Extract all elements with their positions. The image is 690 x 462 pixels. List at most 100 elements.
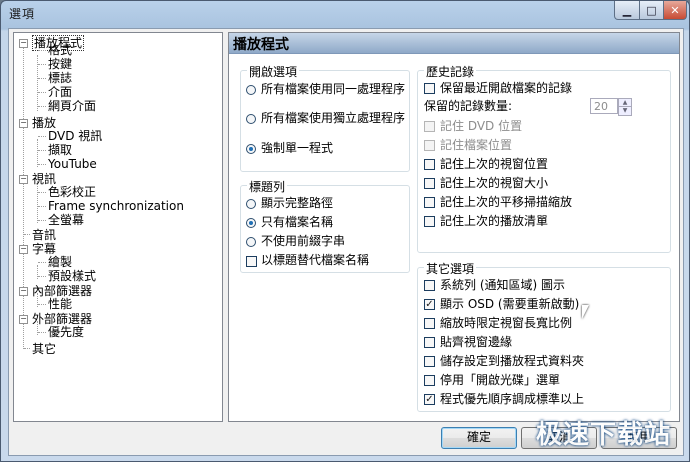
title-bar[interactable]: 選項 ▁ □ ✕ — [1, 1, 689, 27]
checkbox-limit-aspect[interactable] — [424, 318, 435, 329]
option-label: 記住上次的視窗大小 — [440, 176, 549, 190]
radio-single-instance[interactable] — [246, 144, 256, 154]
options-tree[interactable]: − 播放程式 格式 按鍵 標誌 介面 網頁介面 − 播放 DVD 視訊 擷取 Y… — [13, 32, 223, 422]
close-button[interactable]: ✕ — [663, 1, 687, 20]
other-options-group: 其它選項 系統列 (通知區域) 圖示 ✓ 顯示 OSD (需要重新啟動) 縮放時… — [417, 260, 671, 412]
tree-line — [38, 106, 46, 107]
collapse-icon[interactable]: − — [19, 119, 28, 128]
checkbox-tray-icon[interactable] — [424, 280, 435, 291]
tree-item-fullscreen[interactable]: 全螢幕 — [48, 213, 84, 227]
maximize-button[interactable]: □ — [639, 1, 664, 20]
group-label: 歷史記錄 — [424, 63, 477, 80]
radio-same-process[interactable] — [246, 85, 256, 95]
recent-count-spinner[interactable]: 20 ▲ ▼ — [590, 98, 634, 116]
window-title: 選項 — [9, 7, 36, 21]
checkbox-high-priority[interactable]: ✓ — [424, 394, 435, 405]
tree-line — [38, 206, 46, 207]
option-label: 保留最近開啟檔案的記錄 — [440, 81, 573, 95]
checkbox-pan-scan[interactable] — [424, 197, 435, 208]
tree-item-subtitles[interactable]: 字幕 — [32, 242, 56, 256]
maximize-icon: □ — [646, 3, 657, 17]
checkbox-show-osd[interactable]: ✓ — [424, 299, 435, 310]
minimize-button[interactable]: ▁ — [614, 1, 640, 20]
tree-item-misc[interactable]: 其它 — [32, 342, 56, 356]
collapse-icon[interactable]: − — [19, 245, 28, 254]
tree-item-audio[interactable]: 音訊 — [32, 228, 56, 242]
tree-line — [38, 332, 46, 333]
checkbox-remember-dvd[interactable] — [424, 121, 435, 132]
dialog-body: − 播放程式 格式 按鍵 標誌 介面 網頁介面 − 播放 DVD 視訊 擷取 Y… — [8, 28, 684, 456]
checkbox-playlist[interactable] — [424, 216, 435, 227]
recent-count-input[interactable]: 20 — [590, 98, 618, 114]
tree-item-dvd-video[interactable]: DVD 視訊 — [48, 129, 102, 143]
mouse-cursor-icon — [582, 305, 589, 319]
checkbox-window-position[interactable] — [424, 159, 435, 170]
tree-line — [38, 304, 46, 305]
tree-item-color-correction[interactable]: 色彩校正 — [48, 185, 96, 199]
option-label: 停用「開啟光碟」選單 — [440, 373, 561, 387]
tree-item-logo[interactable]: 標誌 — [48, 71, 72, 85]
option-label: 系統列 (通知區域) 圖示 — [440, 278, 565, 292]
checkbox-remember-file[interactable] — [424, 140, 435, 151]
option-label: 顯示 OSD (需要重新啟動) — [440, 297, 580, 311]
tree-item-youtube[interactable]: YouTube — [48, 157, 97, 171]
tree-item-formats[interactable]: 格式 — [48, 43, 72, 57]
tree-line — [37, 181, 38, 223]
radio-file-name-only[interactable] — [246, 218, 256, 228]
tree-item-interface[interactable]: 介面 — [48, 85, 72, 99]
option-label: 強制單一程式 — [261, 141, 334, 155]
watermark-logo: 极速下载站 — [535, 420, 671, 450]
option-label: 程式優先順序調成標準以上 — [440, 392, 585, 406]
tree-line — [38, 220, 46, 221]
tree-line — [24, 234, 30, 235]
checkbox-keep-recent[interactable] — [424, 83, 435, 94]
minimize-icon: ▁ — [622, 3, 632, 17]
checkbox-replace-filename[interactable] — [246, 256, 257, 267]
option-label: 記住上次的平移掃描縮放 — [440, 195, 573, 209]
tree-line — [23, 43, 24, 349]
spin-down-icon[interactable]: ▼ — [618, 106, 632, 116]
tree-item-internal-filters[interactable]: 內部篩選器 — [32, 284, 92, 298]
tree-item-rendering[interactable]: 繪製 — [48, 255, 72, 269]
collapse-icon[interactable]: − — [19, 175, 28, 184]
group-label: 標題列 — [247, 178, 288, 195]
collapse-icon[interactable]: − — [19, 39, 28, 48]
radio-full-path[interactable] — [246, 199, 256, 209]
tree-item-keys[interactable]: 按鍵 — [48, 57, 72, 71]
tree-line — [38, 262, 46, 263]
tree-item-video[interactable]: 視訊 — [32, 172, 56, 186]
open-options-group: 開啟選項 所有檔案使用同一處理程序 所有檔案使用獨立處理程序 強制單一程式 — [240, 63, 410, 172]
tree-item-priority[interactable]: 優先度 — [48, 325, 84, 339]
title-bar-group: 標題列 顯示完整路徑 只有檔案名稱 不使用前綴字串 以標題替代檔案名稱 — [240, 178, 410, 273]
option-label: 所有檔案使用同一處理程序 — [261, 82, 406, 96]
tree-item-performance[interactable]: 性能 — [48, 297, 72, 311]
tree-item-web-interface[interactable]: 網頁介面 — [48, 99, 96, 113]
checkbox-disable-open-disc[interactable] — [424, 375, 435, 386]
history-group: 歷史記錄 保留最近開啟檔案的記錄 保留的記錄數量: 20 ▲ ▼ 記住 DVD … — [417, 63, 671, 253]
checkbox-snap-edges[interactable] — [424, 337, 435, 348]
checkbox-save-to-folder[interactable] — [424, 356, 435, 367]
radio-no-prefix[interactable] — [246, 237, 256, 247]
option-label: 顯示完整路徑 — [261, 196, 334, 210]
tree-line — [38, 192, 46, 193]
tree-line — [38, 150, 46, 151]
collapse-icon[interactable]: − — [19, 315, 28, 324]
options-window: 選項 ▁ □ ✕ − 播放程式 格式 按鍵 標誌 介面 網頁介面 − 播放 DV… — [0, 0, 690, 462]
collapse-icon[interactable]: − — [19, 287, 28, 296]
tree-item-playback[interactable]: 播放 — [32, 116, 56, 130]
radio-separate-process[interactable] — [246, 114, 256, 124]
tree-item-capture[interactable]: 擷取 — [48, 143, 72, 157]
ok-button[interactable]: 確定 — [441, 427, 517, 449]
recent-count-label: 保留的記錄數量: — [424, 99, 513, 113]
option-label: 所有檔案使用獨立處理程序 — [261, 111, 406, 125]
close-icon: ✕ — [670, 3, 680, 17]
tree-item-default-style[interactable]: 預設樣式 — [48, 269, 96, 283]
group-label: 其它選項 — [424, 260, 477, 277]
tree-item-external-filters[interactable]: 外部篩選器 — [32, 312, 92, 326]
tree-line — [38, 164, 46, 165]
tree-item-frame-sync[interactable]: Frame synchronization — [48, 199, 184, 213]
tree-line — [24, 348, 30, 349]
panel-title: 播放程式 — [233, 37, 289, 53]
tree-line — [38, 78, 46, 79]
checkbox-window-size[interactable] — [424, 178, 435, 189]
